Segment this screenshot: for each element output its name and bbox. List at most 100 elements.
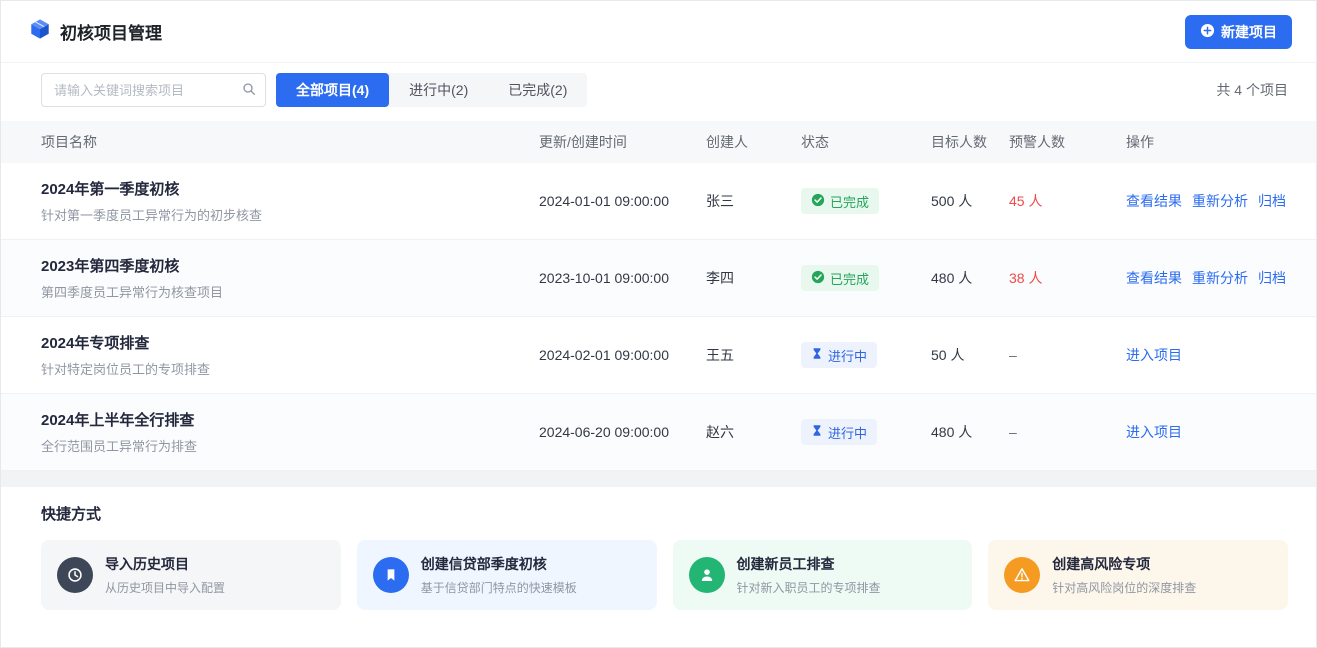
quick-card-text: 创建新员工排查 针对新入职员工的专项排查 — [737, 554, 881, 596]
target-count: 500 人 — [931, 191, 1009, 211]
project-name: 2024年专项排查 — [41, 332, 539, 353]
status-badge: 已完成 — [801, 188, 879, 214]
row-actions: 进入项目 — [1126, 345, 1292, 365]
archive-link[interactable]: 归档 — [1258, 191, 1286, 211]
quick-card-import-history[interactable]: 导入历史项目 从历史项目中导入配置 — [41, 540, 341, 610]
reanalyze-link[interactable]: 重新分析 — [1192, 268, 1248, 288]
col-target: 目标人数 — [931, 132, 1009, 152]
target-count: 480 人 — [931, 268, 1009, 288]
archive-link[interactable]: 归档 — [1258, 268, 1286, 288]
project-description: 第四季度员工异常行为核查项目 — [41, 282, 539, 301]
bookmark-icon — [373, 557, 409, 593]
col-project-name: 项目名称 — [41, 132, 539, 152]
shortcuts-section: 快捷方式 导入历史项目 从历史项目中导入配置 — [1, 487, 1316, 630]
section-divider — [1, 471, 1316, 487]
plus-circle-icon — [1200, 23, 1215, 41]
warning-triangle-icon — [1004, 557, 1040, 593]
enter-project-link[interactable]: 进入项目 — [1126, 422, 1182, 442]
project-description: 全行范围员工异常行为排查 — [41, 436, 539, 455]
status-label: 进行中 — [828, 346, 867, 365]
quick-card-text: 创建信贷部季度初核 基于信贷部门特点的快速模板 — [421, 554, 577, 596]
search-icon[interactable] — [241, 81, 257, 102]
search-input[interactable] — [41, 73, 266, 107]
hourglass-icon — [811, 347, 823, 363]
tab-completed[interactable]: 已完成(2) — [488, 73, 587, 107]
view-results-link[interactable]: 查看结果 — [1126, 268, 1182, 288]
projects-table: 项目名称 更新/创建时间 创建人 状态 目标人数 预警人数 操作 2024年第一… — [1, 121, 1316, 471]
status-label: 进行中 — [828, 423, 867, 442]
project-description: 针对第一季度员工异常行为的初步核查 — [41, 205, 539, 224]
project-time: 2024-02-01 09:00:00 — [539, 347, 706, 363]
table-row: 2024年专项排查 针对特定岗位员工的专项排查 2024-02-01 09:00… — [1, 317, 1316, 394]
reanalyze-link[interactable]: 重新分析 — [1192, 191, 1248, 211]
view-results-link[interactable]: 查看结果 — [1126, 191, 1182, 211]
search-box — [41, 73, 266, 107]
quick-card-text: 创建高风险专项 针对高风险岗位的深度排查 — [1052, 554, 1196, 596]
warning-count: – — [1009, 424, 1126, 440]
status-badge: 进行中 — [801, 342, 877, 368]
new-project-button[interactable]: 新建项目 — [1185, 15, 1292, 49]
quick-card-subtitle: 从历史项目中导入配置 — [105, 579, 225, 596]
title-wrap: 初核项目管理 — [29, 18, 162, 45]
toolbar: 全部项目(4) 进行中(2) 已完成(2) 共 4 个项目 — [1, 63, 1316, 121]
quick-card-title: 创建高风险专项 — [1052, 554, 1196, 574]
status-label: 已完成 — [830, 192, 869, 211]
enter-project-link[interactable]: 进入项目 — [1126, 345, 1182, 365]
status-badge: 进行中 — [801, 419, 877, 445]
check-circle-icon — [811, 193, 825, 210]
project-name: 2023年第四季度初核 — [41, 255, 539, 276]
quick-card-title: 创建信贷部季度初核 — [421, 554, 577, 574]
quick-card-credit-dept-review[interactable]: 创建信贷部季度初核 基于信贷部门特点的快速模板 — [357, 540, 657, 610]
target-count: 480 人 — [931, 422, 1009, 442]
quick-card-subtitle: 针对高风险岗位的深度排查 — [1052, 579, 1196, 596]
preliminary-project-management-page: 初核项目管理 新建项目 全部项目(4) 进行中(2) — [0, 0, 1317, 648]
table-header-row: 项目名称 更新/创建时间 创建人 状态 目标人数 预警人数 操作 — [1, 121, 1316, 163]
tab-all-projects[interactable]: 全部项目(4) — [276, 73, 389, 107]
project-creator: 王五 — [706, 345, 801, 365]
col-actions: 操作 — [1126, 132, 1292, 152]
table-body: 2024年第一季度初核 针对第一季度员工异常行为的初步核查 2024-01-01… — [1, 163, 1316, 471]
project-name: 2024年第一季度初核 — [41, 178, 539, 199]
quick-card-subtitle: 基于信贷部门特点的快速模板 — [421, 579, 577, 596]
check-circle-icon — [811, 270, 825, 287]
status-label: 已完成 — [830, 269, 869, 288]
project-name: 2024年上半年全行排查 — [41, 409, 539, 430]
shortcuts-title: 快捷方式 — [41, 503, 1288, 524]
project-time: 2024-01-01 09:00:00 — [539, 193, 706, 209]
table-row: 2023年第四季度初核 第四季度员工异常行为核查项目 2023-10-01 09… — [1, 240, 1316, 317]
hourglass-icon — [811, 424, 823, 440]
quick-card-title: 创建新员工排查 — [737, 554, 881, 574]
row-actions: 进入项目 — [1126, 422, 1292, 442]
page-header: 初核项目管理 新建项目 — [1, 1, 1316, 63]
page-title: 初核项目管理 — [60, 19, 162, 44]
row-actions: 查看结果 重新分析 归档 — [1126, 268, 1292, 288]
target-count: 50 人 — [931, 345, 1009, 365]
filter-tabs: 全部项目(4) 进行中(2) 已完成(2) — [276, 73, 587, 107]
quick-card-subtitle: 针对新入职员工的专项排查 — [737, 579, 881, 596]
quick-card-new-employee-check[interactable]: 创建新员工排查 针对新入职员工的专项排查 — [673, 540, 973, 610]
col-creator: 创建人 — [706, 132, 801, 152]
tab-in-progress[interactable]: 进行中(2) — [389, 73, 488, 107]
history-clock-icon — [57, 557, 93, 593]
project-time: 2024-06-20 09:00:00 — [539, 424, 706, 440]
status-badge: 已完成 — [801, 265, 879, 291]
warning-count: – — [1009, 347, 1126, 363]
row-actions: 查看结果 重新分析 归档 — [1126, 191, 1292, 211]
warning-count: 45 人 — [1009, 191, 1126, 211]
project-time: 2023-10-01 09:00:00 — [539, 270, 706, 286]
project-creator: 张三 — [706, 191, 801, 211]
app-cube-icon — [29, 18, 51, 45]
project-creator: 李四 — [706, 268, 801, 288]
col-warning: 预警人数 — [1009, 132, 1126, 152]
warning-count: 38 人 — [1009, 268, 1126, 288]
quick-card-high-risk-special[interactable]: 创建高风险专项 针对高风险岗位的深度排查 — [988, 540, 1288, 610]
shortcut-cards: 导入历史项目 从历史项目中导入配置 创建信贷部季度初核 基于信贷部门特点的快速模… — [41, 540, 1288, 610]
col-status: 状态 — [801, 132, 931, 152]
new-project-button-label: 新建项目 — [1221, 22, 1277, 42]
project-count: 共 4 个项目 — [1216, 80, 1288, 100]
quick-card-text: 导入历史项目 从历史项目中导入配置 — [105, 554, 225, 596]
table-row: 2024年第一季度初核 针对第一季度员工异常行为的初步核查 2024-01-01… — [1, 163, 1316, 240]
project-description: 针对特定岗位员工的专项排查 — [41, 359, 539, 378]
quick-card-title: 导入历史项目 — [105, 554, 225, 574]
project-creator: 赵六 — [706, 422, 801, 442]
